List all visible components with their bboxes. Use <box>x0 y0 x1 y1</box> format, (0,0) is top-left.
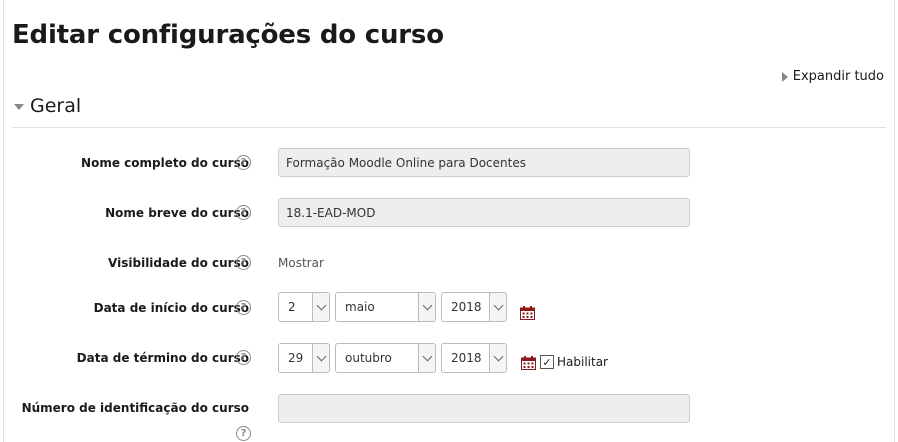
idnumber-label: Número de identificação do curso <box>21 401 249 415</box>
enddate-day-select[interactable]: 29 <box>278 343 330 373</box>
section-title: Geral <box>30 95 82 117</box>
startdate-label: Data de início do curso <box>93 301 249 315</box>
startdate-year-select[interactable]: 2018 <box>441 292 507 322</box>
expand-all-label: Expandir tudo <box>792 69 884 84</box>
enddate-enable-label: Habilitar <box>557 355 608 369</box>
help-icon[interactable]: ? <box>236 255 251 270</box>
help-icon[interactable]: ? <box>236 426 251 441</box>
help-icon[interactable]: ? <box>236 300 251 315</box>
section-divider <box>12 127 886 128</box>
enddate-year-value: 2018 <box>451 351 482 365</box>
startdate-year-value: 2018 <box>451 300 482 314</box>
visibility-label: Visibilidade do curso <box>108 256 249 270</box>
idnumber-input[interactable] <box>278 394 690 423</box>
fullname-label: Nome completo do curso <box>81 156 249 170</box>
startdate-day-value: 2 <box>288 300 296 314</box>
enddate-day-value: 29 <box>288 351 304 365</box>
startdate-day-select[interactable]: 2 <box>278 292 330 322</box>
fullname-input[interactable] <box>278 148 690 177</box>
chevron-down-icon <box>418 293 435 321</box>
enddate-month-value: outubro <box>345 351 392 365</box>
enddate-year-select[interactable]: 2018 <box>441 343 507 373</box>
chevron-down-icon <box>312 293 329 321</box>
chevron-down-icon <box>418 344 435 372</box>
enddate-enable-checkbox[interactable]: ✓ <box>540 355 554 369</box>
shortname-label: Nome breve do curso <box>105 206 249 220</box>
triangle-right-icon <box>781 71 788 82</box>
startdate-month-value: maio <box>345 300 375 314</box>
calendar-icon[interactable] <box>521 356 536 370</box>
enddate-enable-toggle[interactable]: ✓ Habilitar <box>540 355 608 369</box>
chevron-down-icon <box>489 293 506 321</box>
section-toggle-geral[interactable]: Geral <box>14 95 81 117</box>
chevron-down-icon <box>312 344 329 372</box>
startdate-month-select[interactable]: maio <box>335 292 436 322</box>
help-icon[interactable]: ? <box>236 205 251 220</box>
triangle-down-icon <box>14 103 24 110</box>
shortname-input[interactable] <box>278 198 690 227</box>
calendar-icon[interactable] <box>520 306 535 320</box>
help-icon[interactable]: ? <box>236 350 251 365</box>
page-title: Editar configurações do curso <box>12 20 444 50</box>
expand-all-link[interactable]: Expandir tudo <box>781 69 884 84</box>
enddate-month-select[interactable]: outubro <box>335 343 436 373</box>
help-icon[interactable]: ? <box>236 155 251 170</box>
chevron-down-icon <box>489 344 506 372</box>
enddate-label: Data de término do curso <box>76 351 249 365</box>
visibility-value: Mostrar <box>278 256 324 270</box>
